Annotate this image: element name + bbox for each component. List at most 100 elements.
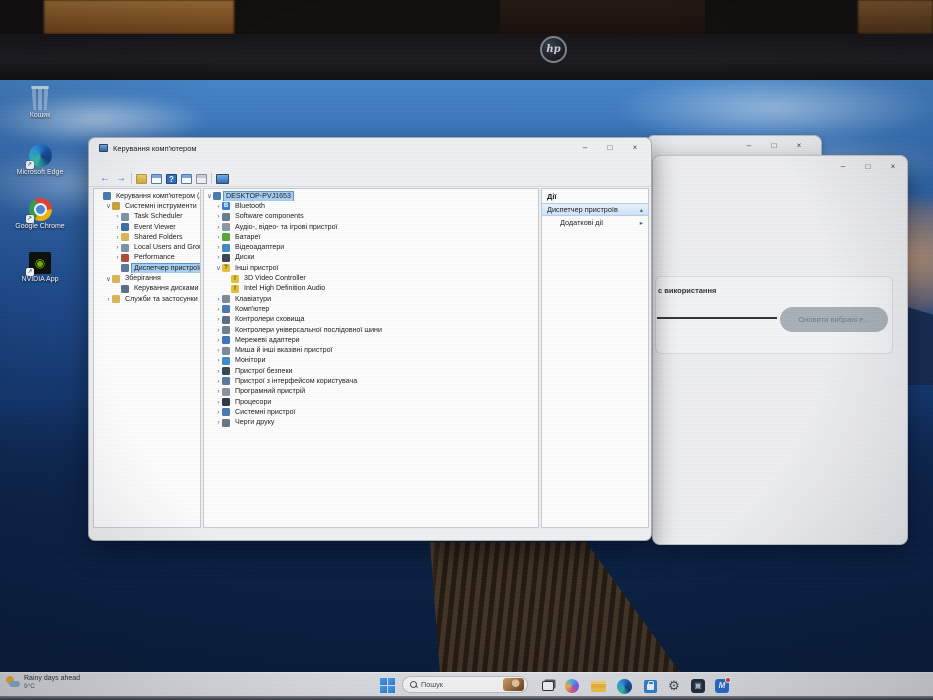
device-tree-item[interactable]: › Батареї <box>204 232 538 242</box>
weather-widget[interactable]: Rainy days ahead 9°C <box>6 674 80 691</box>
up-level-icon[interactable] <box>136 173 147 184</box>
minimize-button[interactable]: – <box>743 141 755 151</box>
tree-item[interactable]: Керування дисками <box>94 284 200 294</box>
tree-item[interactable]: › Task Scheduler <box>94 212 200 222</box>
tree-item[interactable]: Диспетчер пристроїв <box>94 263 200 274</box>
expand-arrow-icon[interactable]: › <box>215 378 222 385</box>
expand-arrow-icon[interactable]: ∨ <box>105 202 112 210</box>
device-tree-item[interactable]: › Мережеві адаптери <box>204 335 538 345</box>
device-tree-item[interactable]: › B Bluetooth <box>204 201 538 211</box>
device-tree-item[interactable]: ∨ ? Інші пристрої <box>204 263 538 273</box>
expand-arrow-icon[interactable]: › <box>215 234 222 241</box>
expand-arrow-icon[interactable]: › <box>114 213 121 220</box>
task-view-button[interactable] <box>540 678 556 694</box>
device-tree-item[interactable]: › Пристрої безпеки <box>204 366 538 376</box>
expand-arrow-icon[interactable]: › <box>105 296 112 303</box>
monitor-icon[interactable] <box>216 173 229 184</box>
expand-arrow-icon[interactable]: › <box>215 388 222 395</box>
device-tree-item[interactable]: ! Intel High Definition Audio <box>204 284 538 294</box>
tree-item[interactable]: › Shared Folders <box>94 232 200 242</box>
expand-arrow-icon[interactable]: › <box>215 224 222 231</box>
expand-arrow-icon[interactable]: › <box>114 254 121 261</box>
export-list-icon[interactable] <box>196 173 207 184</box>
expand-caret-icon[interactable]: ▸ <box>640 219 643 227</box>
forward-icon[interactable]: → <box>115 173 127 184</box>
background-window-updater[interactable]: – □ × с використання Оновити вибрані е..… <box>652 155 908 545</box>
close-button[interactable]: × <box>793 141 805 151</box>
pinned-app-button-1[interactable]: ▣ <box>690 678 706 694</box>
device-tree-item[interactable]: ∨ DESKTOP-PVJ1653 <box>204 191 538 202</box>
device-tree-item[interactable]: › Комп'ютер <box>204 304 538 314</box>
expand-arrow-icon[interactable]: › <box>215 244 222 251</box>
title-bar[interactable]: Керування комп'ютером – □ × <box>89 138 651 158</box>
device-tree-item[interactable]: › Системні пристрої <box>204 407 538 417</box>
expand-arrow-icon[interactable]: › <box>215 213 222 220</box>
desktop-icon-google-chrome[interactable]: ↗ Google Chrome <box>8 198 72 231</box>
expand-arrow-icon[interactable]: › <box>215 306 222 313</box>
device-tree-item[interactable]: › Миша й інші вказівні пристрої <box>204 345 538 355</box>
computer-management-window[interactable]: Керування комп'ютером – □ × ← → ? Керува… <box>88 137 652 541</box>
tree-item[interactable]: › Event Viewer <box>94 222 200 232</box>
expand-arrow-icon[interactable]: › <box>215 327 222 334</box>
update-selected-button[interactable]: Оновити вибрані е... <box>780 307 888 332</box>
device-tree-item[interactable]: › Черги друку <box>204 418 538 428</box>
expand-arrow-icon[interactable]: › <box>114 224 121 231</box>
console-tree-icon[interactable] <box>151 173 162 184</box>
expand-arrow-icon[interactable]: › <box>215 368 222 375</box>
search-daily-image[interactable] <box>503 678 524 691</box>
edge-taskbar-button[interactable] <box>616 678 632 694</box>
expand-arrow-icon[interactable]: ∨ <box>206 192 213 200</box>
device-tree-item[interactable]: › Монітори <box>204 356 538 366</box>
expand-arrow-icon[interactable]: › <box>215 409 222 416</box>
minimize-button[interactable]: – <box>579 143 591 153</box>
tree-item[interactable]: Керування комп'ютером (лок <box>94 191 200 201</box>
device-tree-item[interactable]: › Диски <box>204 253 538 263</box>
maximize-button[interactable]: □ <box>768 141 780 151</box>
tree-item[interactable]: › Служби та застосунки <box>94 294 200 304</box>
device-tree-item[interactable]: › Програмний пристрій <box>204 387 538 397</box>
close-button[interactable]: × <box>629 143 641 153</box>
minimize-button[interactable]: – <box>837 162 849 172</box>
expand-arrow-icon[interactable]: › <box>215 419 222 426</box>
device-tree-item[interactable]: › Процесори <box>204 397 538 407</box>
device-tree-item[interactable]: › Контролери універсальної послідовної ш… <box>204 325 538 335</box>
expand-arrow-icon[interactable]: › <box>215 337 222 344</box>
expand-arrow-icon[interactable]: ∨ <box>215 264 222 272</box>
desktop-icon-recycle-bin[interactable]: Кошик <box>8 86 72 120</box>
expand-arrow-icon[interactable]: › <box>215 399 222 406</box>
tree-item[interactable]: ∨ Зберігання <box>94 273 200 283</box>
expand-arrow-icon[interactable]: › <box>215 357 222 364</box>
tree-item[interactable]: › Local Users and Groups <box>94 242 200 252</box>
pinned-app-button-2[interactable]: M <box>714 677 731 694</box>
expand-arrow-icon[interactable]: › <box>215 316 222 323</box>
device-tree-item[interactable]: › Відеоадаптери <box>204 242 538 252</box>
expand-arrow-icon[interactable]: ∨ <box>105 275 112 283</box>
store-button[interactable] <box>642 678 658 694</box>
device-tree-item[interactable]: ! 3D Video Controller <box>204 273 538 283</box>
actions-group-header[interactable]: Диспетчер пристроїв ▴ <box>542 203 648 216</box>
desktop-icon-microsoft-edge[interactable]: ↗ Microsoft Edge <box>8 144 72 177</box>
desktop-icon-nvidia-app[interactable]: ◉ ↗ NVIDIA App <box>8 252 72 284</box>
settings-button[interactable]: ⚙ <box>666 678 682 694</box>
maximize-button[interactable]: □ <box>604 143 616 153</box>
help-icon[interactable]: ? <box>166 173 177 184</box>
start-button[interactable] <box>380 678 395 693</box>
device-tree-item[interactable]: › Пристрої з інтерфейсом користувача <box>204 376 538 386</box>
properties-icon[interactable] <box>181 173 192 184</box>
expand-arrow-icon[interactable]: › <box>215 254 222 261</box>
collapse-caret-icon[interactable]: ▴ <box>640 206 643 214</box>
device-tree-item[interactable]: › Software components <box>204 212 538 222</box>
tree-item[interactable]: ∨ Системні інструменти <box>94 201 200 211</box>
maximize-button[interactable]: □ <box>862 162 874 172</box>
actions-more-item[interactable]: Додаткові дії ▸ <box>542 216 648 229</box>
expand-arrow-icon[interactable]: › <box>114 244 121 251</box>
back-icon[interactable]: ← <box>99 173 111 184</box>
search-input[interactable]: Пошук <box>402 676 528 693</box>
close-button[interactable]: × <box>887 162 899 172</box>
expand-arrow-icon[interactable]: › <box>114 234 121 241</box>
file-explorer-button[interactable] <box>590 678 606 694</box>
device-tree-item[interactable]: › Клавіатури <box>204 294 538 304</box>
copilot-button[interactable] <box>564 678 580 694</box>
expand-arrow-icon[interactable]: › <box>215 296 222 303</box>
tree-item[interactable]: › Performance <box>94 253 200 263</box>
